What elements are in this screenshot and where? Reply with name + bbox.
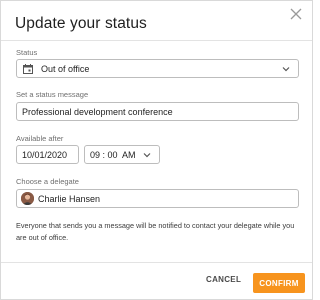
available-after-label: Available after <box>16 134 64 143</box>
status-label: Status <box>16 48 38 57</box>
status-dialog: Update your status Status Out of office … <box>0 0 313 300</box>
time-select[interactable]: 09 : 00 AM <box>84 145 160 164</box>
time-value: 09 : 00 AM <box>90 149 136 160</box>
calendar-icon <box>23 64 33 74</box>
status-message-value: Professional development conference <box>22 106 173 117</box>
date-value: 10/01/2020 <box>22 149 68 160</box>
status-message-input[interactable]: Professional development conference <box>16 102 299 121</box>
message-label: Set a status message <box>16 90 89 99</box>
confirm-button[interactable]: CONFIRM <box>253 273 305 293</box>
delegate-note: Everyone that sends you a message will b… <box>16 221 295 242</box>
chevron-down-icon <box>143 153 151 158</box>
delegate-name: Charlie Hansen <box>38 193 101 204</box>
avatar <box>21 192 34 205</box>
chevron-down-icon <box>282 67 290 72</box>
header-divider <box>1 40 312 41</box>
date-input[interactable]: 10/01/2020 <box>16 145 79 164</box>
dialog-title: Update your status <box>15 15 147 32</box>
footer-divider <box>1 262 312 263</box>
delegate-input[interactable]: Charlie Hansen <box>16 189 299 208</box>
delegate-label: Choose a delegate <box>16 177 79 186</box>
close-icon[interactable] <box>288 6 304 22</box>
status-select[interactable]: Out of office <box>16 59 299 78</box>
cancel-button[interactable]: CANCEL <box>206 275 241 284</box>
